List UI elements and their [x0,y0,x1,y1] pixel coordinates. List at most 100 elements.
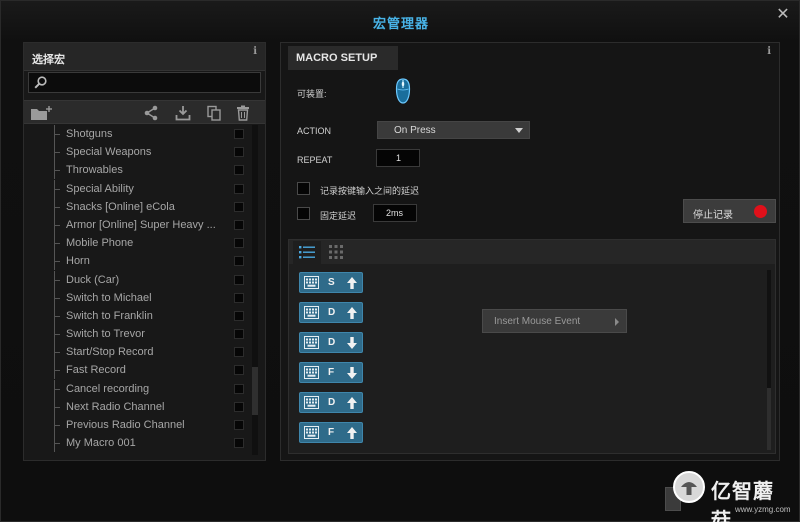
scrollbar-thumb[interactable] [252,367,258,415]
list-item[interactable]: Switch to Trevor [24,325,250,344]
macro-list-scrollbar[interactable] [252,125,258,455]
macro-checkbox[interactable] [234,256,244,267]
chevron-right-icon [615,318,619,326]
macro-checkbox[interactable] [234,165,244,176]
stop-record-button[interactable]: 停止记录 [683,199,776,223]
list-item[interactable]: Switch to Michael [24,288,250,307]
key-label: D [328,337,336,348]
key-label: F [328,427,335,438]
info-icon[interactable]: i [253,46,257,57]
key-event[interactable]: F [299,422,363,443]
macro-checkbox[interactable] [234,292,244,303]
macro-setup-header: MACRO SETUP [288,46,398,70]
macro-label: Switch to Franklin [66,309,153,322]
macro-label: Mobile Phone [66,237,134,250]
info-icon[interactable]: i [767,46,771,57]
key-event[interactable]: F [299,362,363,383]
list-item[interactable]: Start/Stop Record [24,343,250,362]
list-item[interactable]: Armor [Online] Super Heavy ... [24,215,250,234]
import-icon[interactable] [175,105,191,121]
watermark-logo: 亿智蘑菇 www.yzmg.com [673,471,793,522]
tab-list-view[interactable] [293,241,321,264]
macro-checkbox[interactable] [234,329,244,340]
list-item[interactable]: Horn [24,252,250,271]
macro-checkbox[interactable] [234,401,244,412]
key-label: F [328,367,335,378]
close-icon[interactable]: ✕ [775,7,791,23]
record-delay-checkbox[interactable] [297,182,310,195]
list-item[interactable]: Special Ability [24,179,250,198]
macro-setup-panel: MACRO SETUP i 可装置: ACTION On Press REPEA… [280,42,780,461]
scrollbar-thumb[interactable] [767,388,771,450]
action-select[interactable]: On Press [377,121,530,139]
macro-label: Special Ability [66,182,134,195]
macro-label: Previous Radio Channel [66,419,185,431]
delete-icon[interactable] [235,105,251,121]
new-folder-icon[interactable] [30,105,52,121]
record-delay-label: 记录按键输入之间的延迟 [320,186,420,196]
view-tabs [289,240,775,264]
grid-view-icon[interactable] [327,243,345,261]
events-scrollbar[interactable] [767,270,771,450]
share-icon[interactable] [143,105,159,121]
macro-label: Cancel recording [66,382,150,395]
macro-checkbox[interactable] [234,147,244,158]
macro-checkbox[interactable] [234,238,244,249]
key-event[interactable]: S [299,272,363,293]
macro-checkbox[interactable] [234,274,244,285]
macro-search[interactable] [28,72,261,93]
fixed-delay-label: 固定延迟 [320,211,357,221]
list-item[interactable]: Shotguns [24,125,250,143]
key-label: S [328,277,335,288]
list-item[interactable]: Mobile Phone [24,234,250,253]
macro-label: Snacks [Online] eCola [66,200,175,213]
macro-checkbox[interactable] [234,365,244,376]
macro-label: Next Radio Channel [66,400,165,413]
mouse-icon[interactable] [395,78,411,104]
list-item[interactable]: Previous Radio Channel [24,416,250,434]
list-item[interactable]: My Macro 001 [24,434,250,453]
window-title: 宏管理器 [372,16,429,31]
arrow-up-icon [347,277,357,289]
record-dot-icon [754,205,767,218]
macro-checkbox[interactable] [234,310,244,321]
chevron-down-icon [515,128,523,133]
key-event[interactable]: D [299,332,363,353]
macro-checkbox[interactable] [234,438,244,449]
key-event[interactable]: D [299,302,363,323]
list-item[interactable]: Fast Record [24,361,250,380]
macro-checkbox[interactable] [234,183,244,194]
action-label: ACTION [297,126,332,136]
list-item[interactable]: Special Weapons [24,143,250,162]
macro-select-title: 选择宏 [32,54,65,66]
list-item[interactable]: Throwables [24,161,250,180]
macro-list: Shotguns Special Weapons Throwables Spec… [24,125,250,455]
macro-checkbox[interactable] [234,219,244,230]
fixed-delay-checkbox[interactable] [297,207,310,220]
keyboard-icon [304,366,319,379]
macro-checkbox[interactable] [234,383,244,394]
list-item[interactable]: Duck (Car) [24,270,250,289]
macro-checkbox[interactable] [234,347,244,358]
macro-manager-window: 宏管理器 ✕ 选择宏 i Shotguns Special Weapons Th… [0,0,800,522]
macro-checkbox[interactable] [234,201,244,212]
macro-label: Armor [Online] Super Heavy ... [66,218,216,231]
macro-toolbar [24,100,265,124]
list-item[interactable]: Switch to Franklin [24,306,250,325]
action-value: On Press [394,125,436,136]
list-view-icon [299,246,315,259]
repeat-input[interactable]: 1 [376,149,420,167]
macro-checkbox[interactable] [234,420,244,430]
macro-checkbox[interactable] [234,129,244,139]
keyboard-icon [304,336,319,349]
macro-label: Shotguns [66,128,113,140]
list-item[interactable]: Snacks [Online] eCola [24,197,250,216]
fixed-delay-input[interactable]: 2ms [373,204,417,222]
list-item[interactable]: Cancel recording [24,379,250,398]
insert-mouse-event-button[interactable]: Insert Mouse Event [482,309,627,333]
search-input[interactable] [51,75,256,91]
macro-label: Special Weapons [66,146,152,159]
duplicate-icon[interactable] [206,105,222,121]
list-item[interactable]: Next Radio Channel [24,397,250,416]
key-event[interactable]: D [299,392,363,413]
